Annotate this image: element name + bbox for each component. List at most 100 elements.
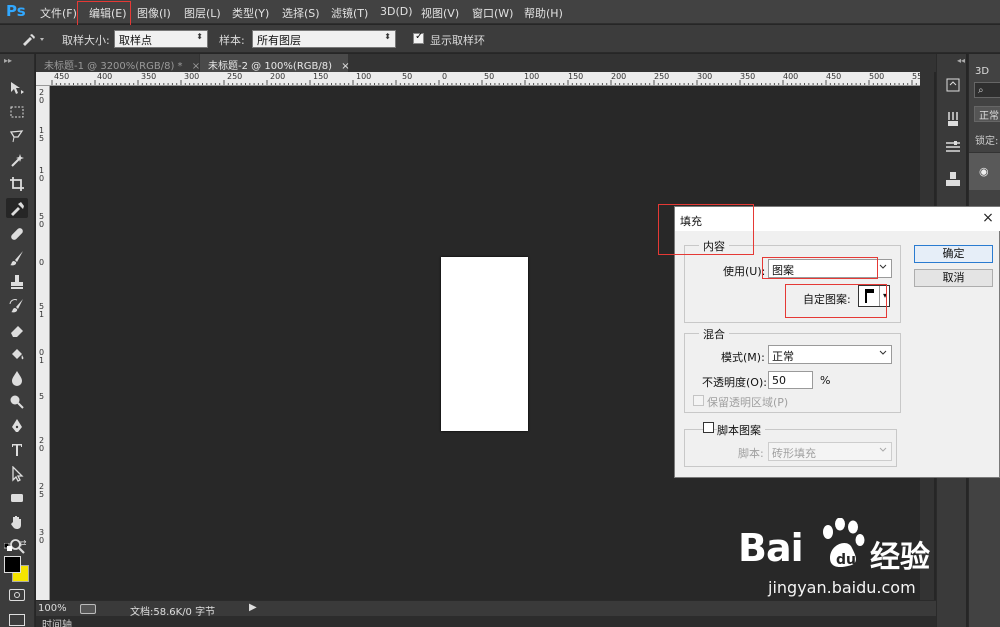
lasso-tool[interactable] xyxy=(6,126,28,146)
doc-tab-label: 未标题-1 @ 3200%(RGB/8) * xyxy=(44,61,183,72)
script-select[interactable]: 砖形填充 xyxy=(768,442,892,461)
eraser-tool[interactable] xyxy=(6,320,28,340)
ruler-label: 5 xyxy=(39,490,45,499)
annotation-highlight-custom-pattern xyxy=(785,284,887,318)
layer-row[interactable]: ◉ xyxy=(969,152,1000,190)
blur-tool[interactable] xyxy=(6,368,28,388)
menu-view[interactable]: 视图(V) xyxy=(421,5,459,21)
pen-tool[interactable] xyxy=(6,416,28,436)
chevron-down-icon xyxy=(879,447,887,452)
preserve-transparency-label: 保留透明区域(P) xyxy=(707,396,789,409)
history-brush-tool[interactable] xyxy=(6,296,28,316)
menu-help[interactable]: 帮助(H) xyxy=(524,5,563,21)
eraser-icon xyxy=(11,326,23,337)
script-pattern-checkbox[interactable] xyxy=(703,422,714,433)
crop-tool[interactable] xyxy=(6,174,28,194)
ruler-label: 0 xyxy=(39,536,45,545)
share-icon[interactable] xyxy=(80,604,96,614)
timeline-tab[interactable]: 时间轴 xyxy=(42,616,72,627)
use-label: 使用(U): xyxy=(723,265,766,278)
stamp-icon xyxy=(11,275,23,289)
status-menu-arrow-icon[interactable]: ▶ xyxy=(249,602,257,613)
collapse-dock-icon[interactable]: ◂◂ xyxy=(957,56,965,65)
clone-stamp-tool[interactable] xyxy=(6,272,28,292)
history-panel-button[interactable] xyxy=(944,76,962,94)
ruler-label: 5 xyxy=(39,134,45,143)
healing-brush-tool[interactable] xyxy=(6,224,28,244)
path-selection-tool[interactable] xyxy=(6,464,28,484)
history-brush-icon xyxy=(9,299,23,313)
blend-mode-select[interactable]: 正常 xyxy=(974,106,1000,122)
menu-file[interactable]: 文件(F) xyxy=(40,5,77,21)
visibility-eye-icon[interactable]: ◉ xyxy=(979,165,989,178)
sample-size-value: 取样点 xyxy=(119,34,152,47)
doc-tab-1[interactable]: 未标题-1 @ 3200%(RGB/8) * × xyxy=(36,54,200,72)
menu-type[interactable]: 类型(Y) xyxy=(232,5,269,21)
show-ring-checkbox[interactable]: ✓ xyxy=(413,31,424,44)
move-tool[interactable] xyxy=(6,78,28,98)
brush-preset-icon xyxy=(948,112,958,126)
watermark-brand-jingyan: 经验 xyxy=(870,540,930,575)
baidu-jingyan-watermark: Bai du 经验 jingyan.baidu.com xyxy=(738,518,948,608)
clone-source-icon xyxy=(946,172,960,186)
show-ring-label: 显示取样环 xyxy=(430,34,485,47)
properties-panel-button[interactable] xyxy=(944,138,962,156)
sample-size-select[interactable]: 取样点 ⬍ xyxy=(114,30,208,48)
default-colors-icon[interactable] xyxy=(3,541,14,551)
drop-icon xyxy=(12,371,22,386)
menu-filter[interactable]: 滤镜(T) xyxy=(331,5,368,21)
collapse-panel-icon[interactable]: ▸▸ xyxy=(4,56,12,65)
svg-text:du: du xyxy=(836,552,856,568)
zoom-level[interactable]: 100% xyxy=(38,603,67,614)
menu-window[interactable]: 窗口(W) xyxy=(472,5,513,21)
close-tab-icon[interactable]: × xyxy=(341,61,349,72)
swap-colors-icon[interactable]: ⇄ xyxy=(19,539,27,549)
close-icon[interactable]: × xyxy=(980,210,996,226)
select-arrows-icon: ⬍ xyxy=(196,32,203,41)
crop-icon xyxy=(10,177,24,191)
options-bar: 取样大小: 取样点 ⬍ 样本: 所有图层 ⬍ ✓ 显示取样环 xyxy=(0,25,1000,53)
shape-tool[interactable] xyxy=(6,488,28,508)
panel-tab-3d[interactable]: 3D xyxy=(975,66,989,77)
ok-button[interactable]: 确定 xyxy=(914,245,993,263)
quick-mask-icon[interactable] xyxy=(9,589,25,601)
type-tool[interactable] xyxy=(6,440,28,460)
menu-select[interactable]: 选择(S) xyxy=(282,5,320,21)
eyedropper-tool[interactable] xyxy=(6,198,28,218)
preserve-transparency-checkbox[interactable] xyxy=(693,395,704,406)
annotation-highlight-title-content xyxy=(658,204,754,255)
document-canvas[interactable] xyxy=(441,257,528,431)
menu-layer[interactable]: 图层(L) xyxy=(184,5,221,21)
layer-filter-search[interactable]: ⌕ xyxy=(974,82,1000,98)
foreground-color-swatch[interactable] xyxy=(4,556,21,573)
eyedropper-icon xyxy=(11,202,24,216)
rectangle-icon xyxy=(11,494,23,502)
sample-select[interactable]: 所有图层 ⬍ xyxy=(252,30,396,48)
brush-tool[interactable] xyxy=(6,248,28,268)
clone-source-panel-button[interactable] xyxy=(944,170,962,188)
opacity-input[interactable]: 50 xyxy=(768,371,813,389)
mode-select[interactable]: 正常 xyxy=(768,345,892,364)
adjustments-panel-button[interactable] xyxy=(944,110,962,128)
magic-wand-tool[interactable] xyxy=(6,150,28,170)
brush-icon xyxy=(10,251,23,266)
sample-value: 所有图层 xyxy=(257,34,301,47)
close-tab-icon[interactable]: × xyxy=(192,61,200,72)
marquee-tool[interactable] xyxy=(6,102,28,122)
dodge-icon xyxy=(10,395,24,409)
dodge-tool[interactable] xyxy=(6,392,28,412)
select-arrows-icon: ⬍ xyxy=(384,32,391,41)
magic-wand-icon xyxy=(11,154,24,167)
watermark-url: jingyan.baidu.com xyxy=(768,578,916,597)
menu-3d[interactable]: 3D(D) xyxy=(380,5,413,18)
tools-panel: ▸▸ ⇄ xyxy=(0,54,35,627)
tool-preset-picker[interactable] xyxy=(20,31,46,47)
paint-bucket-tool[interactable] xyxy=(6,344,28,364)
menu-image[interactable]: 图像(I) xyxy=(137,5,171,21)
hand-tool[interactable] xyxy=(6,512,28,532)
doc-tab-2[interactable]: 未标题-2 @ 100%(RGB/8) × xyxy=(200,54,350,72)
ruler-label: 1 xyxy=(39,310,45,319)
screen-mode-icon[interactable] xyxy=(9,614,25,626)
photoshop-logo: Ps xyxy=(6,2,26,20)
cancel-button[interactable]: 取消 xyxy=(914,269,993,287)
